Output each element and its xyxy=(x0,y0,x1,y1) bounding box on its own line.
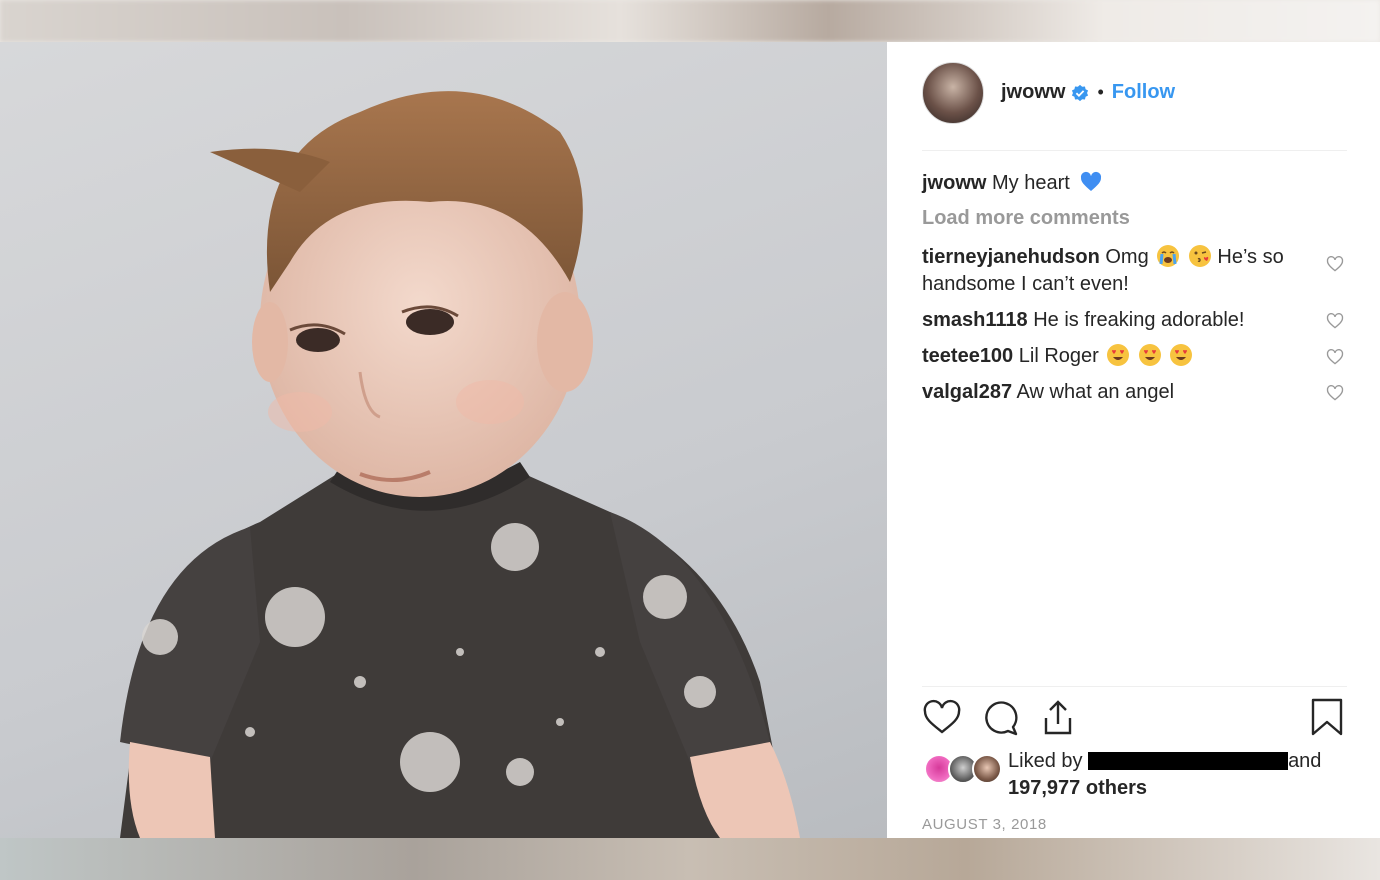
list-item: smash1118 He is freaking adorable! xyxy=(922,307,1347,334)
likes-text: Liked by and 197,977 others xyxy=(1008,748,1348,802)
likes-count-link[interactable]: 197,977 others xyxy=(1008,777,1147,799)
list-item: tierneyjanehudson Omg He’s so handsome I… xyxy=(922,244,1347,298)
header-separator: • xyxy=(1097,82,1104,102)
heart-outline-icon[interactable] xyxy=(922,698,962,738)
blurred-background-bottom xyxy=(0,838,1380,880)
share-upload-icon[interactable] xyxy=(1038,698,1078,738)
blue-heart-emoji-icon xyxy=(1081,171,1102,191)
heart-outline-icon[interactable] xyxy=(1325,254,1345,274)
post-date[interactable]: AUGUST 3, 2018 xyxy=(922,816,1047,833)
comment-username[interactable]: teetee100 xyxy=(922,345,1013,367)
load-more-comments-link[interactable]: Load more comments xyxy=(922,207,1130,230)
caption-username[interactable]: jwoww xyxy=(922,172,986,194)
post-photo[interactable] xyxy=(0,42,887,838)
action-bar xyxy=(922,698,1347,740)
post-sidebar: jwoww • Follow jwoww My heart Load more … xyxy=(887,42,1380,838)
crying-face-icon xyxy=(1157,245,1180,267)
post-header: jwoww • Follow xyxy=(922,61,1347,151)
comment-text: Lil Roger xyxy=(1018,345,1099,367)
avatar[interactable] xyxy=(972,754,1002,784)
bookmark-icon[interactable] xyxy=(1307,698,1347,738)
author-avatar[interactable] xyxy=(922,61,984,124)
comment-bubble-icon[interactable] xyxy=(980,698,1020,738)
liker-avatars xyxy=(924,754,1002,784)
child-portrait-illustration xyxy=(120,91,800,838)
kissing-heart-face-icon xyxy=(1188,245,1211,267)
heart-eyes-face-icon xyxy=(1170,344,1193,366)
heart-eyes-face-icon xyxy=(1138,344,1161,366)
heart-outline-icon[interactable] xyxy=(1325,311,1345,331)
heart-outline-icon[interactable] xyxy=(1325,347,1345,367)
comments-list: tierneyjanehudson Omg He’s so handsome I… xyxy=(922,244,1347,415)
comment-text: He is freaking adorable! xyxy=(1033,309,1245,331)
heart-eyes-face-icon xyxy=(1107,344,1130,366)
actions-divider xyxy=(922,686,1347,687)
instagram-post: jwoww • Follow jwoww My heart Load more … xyxy=(0,42,1380,838)
liked-by-and: and xyxy=(1288,750,1322,772)
comment-username[interactable]: tierneyjanehudson xyxy=(922,246,1100,268)
redacted-username xyxy=(1088,752,1289,770)
comment-text: Aw what an angel xyxy=(1016,381,1175,403)
caption-text: My heart xyxy=(992,172,1070,194)
verified-badge-icon xyxy=(1072,84,1089,101)
heart-outline-icon[interactable] xyxy=(1325,383,1345,403)
list-item: valgal287 Aw what an angel xyxy=(922,379,1347,406)
blurred-background-top xyxy=(0,0,1380,42)
comment-text: Omg xyxy=(1105,246,1149,268)
author-username[interactable]: jwoww xyxy=(1001,81,1065,104)
comment-username[interactable]: valgal287 xyxy=(922,381,1012,403)
comment-username[interactable]: smash1118 xyxy=(922,309,1028,331)
list-item: teetee100 Lil Roger xyxy=(922,343,1347,370)
follow-button[interactable]: Follow xyxy=(1112,81,1175,104)
post-caption: jwoww My heart xyxy=(922,169,1103,197)
liked-by-label: Liked by xyxy=(1008,750,1083,772)
